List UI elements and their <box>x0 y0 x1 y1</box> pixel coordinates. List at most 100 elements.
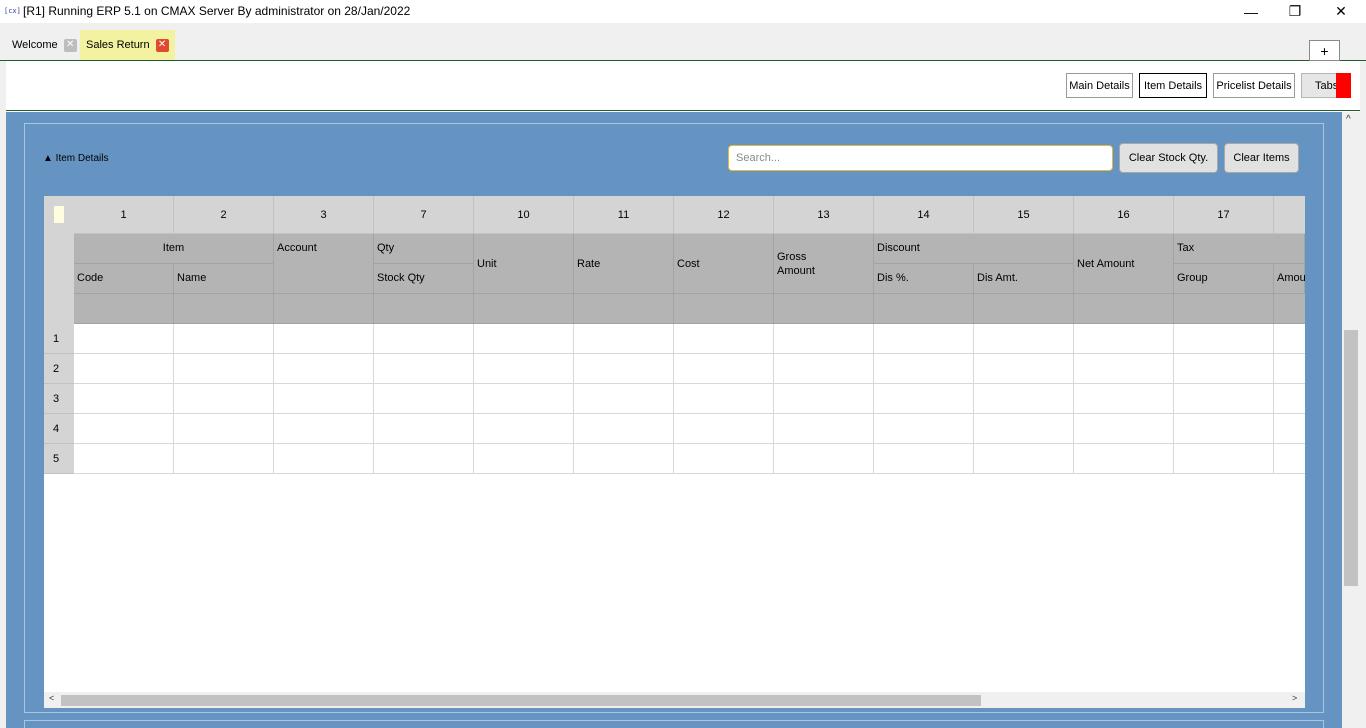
close-window-button[interactable]: ✕ <box>1318 0 1364 23</box>
grid-corner[interactable] <box>44 196 74 234</box>
table-cell[interactable] <box>374 324 474 354</box>
table-cell[interactable] <box>574 414 674 444</box>
main-details-button[interactable]: Main Details <box>1066 73 1133 98</box>
table-cell[interactable] <box>1074 444 1174 474</box>
table-cell[interactable] <box>574 354 674 384</box>
table-cell[interactable] <box>974 384 1074 414</box>
column-number[interactable]: 13 <box>774 196 874 234</box>
table-cell[interactable] <box>574 324 674 354</box>
add-tab-button[interactable]: + <box>1309 40 1340 61</box>
filter-cell[interactable] <box>774 294 874 324</box>
filter-cell[interactable] <box>1274 294 1305 324</box>
scroll-left-icon[interactable]: < <box>49 693 54 703</box>
row-number[interactable]: 3 <box>44 384 74 414</box>
table-cell[interactable] <box>174 324 274 354</box>
table-cell[interactable] <box>974 444 1074 474</box>
table-cell[interactable] <box>374 444 474 474</box>
filter-cell[interactable] <box>474 294 574 324</box>
table-cell[interactable] <box>1074 354 1174 384</box>
item-details-button[interactable]: Item Details <box>1139 73 1207 98</box>
filter-cell[interactable] <box>1174 294 1274 324</box>
filter-cell[interactable] <box>574 294 674 324</box>
row-number[interactable]: 5 <box>44 444 74 474</box>
table-cell[interactable] <box>1274 324 1305 354</box>
scroll-up-icon[interactable]: ^ <box>1346 114 1351 125</box>
table-cell[interactable] <box>74 354 174 384</box>
table-cell[interactable] <box>574 384 674 414</box>
column-number[interactable]: 2 <box>174 196 274 234</box>
table-cell[interactable] <box>674 444 774 474</box>
horizontal-scrollbar[interactable]: < > <box>44 692 1305 708</box>
table-cell[interactable] <box>874 414 974 444</box>
table-cell[interactable] <box>1274 414 1305 444</box>
column-number[interactable]: 10 <box>474 196 574 234</box>
table-cell[interactable] <box>1074 324 1174 354</box>
close-tab-icon[interactable]: ✕ <box>155 38 169 52</box>
table-cell[interactable] <box>374 384 474 414</box>
table-cell[interactable] <box>474 354 574 384</box>
table-cell[interactable] <box>474 444 574 474</box>
table-cell[interactable] <box>174 384 274 414</box>
item-details-toggle[interactable]: ▲ Item Details <box>43 153 108 164</box>
filter-cell[interactable] <box>74 294 174 324</box>
table-cell[interactable] <box>974 324 1074 354</box>
minimize-button[interactable]: — <box>1228 0 1274 23</box>
vertical-scrollbar[interactable]: ^ <box>1342 112 1360 728</box>
filter-cell[interactable] <box>1074 294 1174 324</box>
maximize-button[interactable]: ❐ <box>1272 0 1318 23</box>
item-grid[interactable]: 1 2 3 7 10 11 12 13 14 15 16 17 Item Account Qty Unit Ra… <box>44 196 1305 696</box>
table-cell[interactable] <box>274 384 374 414</box>
column-number[interactable]: 14 <box>874 196 974 234</box>
table-cell[interactable] <box>974 354 1074 384</box>
table-cell[interactable] <box>474 324 574 354</box>
table-cell[interactable] <box>274 324 374 354</box>
filter-cell[interactable] <box>174 294 274 324</box>
column-number[interactable]: 1 <box>74 196 174 234</box>
column-number[interactable]: 12 <box>674 196 774 234</box>
table-cell[interactable] <box>774 444 874 474</box>
table-cell[interactable] <box>1174 354 1274 384</box>
table-cell[interactable] <box>774 414 874 444</box>
row-number[interactable]: 4 <box>44 414 74 444</box>
table-cell[interactable] <box>1174 384 1274 414</box>
column-number[interactable]: 3 <box>274 196 374 234</box>
table-cell[interactable] <box>874 324 974 354</box>
table-cell[interactable] <box>74 414 174 444</box>
table-cell[interactable] <box>174 444 274 474</box>
table-cell[interactable] <box>874 384 974 414</box>
table-cell[interactable] <box>774 354 874 384</box>
column-number[interactable]: 11 <box>574 196 674 234</box>
column-number[interactable] <box>1274 196 1305 234</box>
clear-stock-qty-button[interactable]: Clear Stock Qty. <box>1119 143 1218 173</box>
column-number[interactable]: 7 <box>374 196 474 234</box>
table-cell[interactable] <box>74 384 174 414</box>
column-number[interactable]: 16 <box>1074 196 1174 234</box>
table-cell[interactable] <box>1274 384 1305 414</box>
table-cell[interactable] <box>674 324 774 354</box>
table-cell[interactable] <box>874 354 974 384</box>
table-cell[interactable] <box>1074 384 1174 414</box>
table-cell[interactable] <box>374 414 474 444</box>
filter-cell[interactable] <box>974 294 1074 324</box>
row-number[interactable]: 2 <box>44 354 74 384</box>
table-cell[interactable] <box>1074 414 1174 444</box>
scroll-right-icon[interactable]: > <box>1292 693 1297 703</box>
table-cell[interactable] <box>574 444 674 474</box>
table-cell[interactable] <box>1274 444 1305 474</box>
table-cell[interactable] <box>1174 414 1274 444</box>
pricelist-details-button[interactable]: Pricelist Details <box>1213 73 1295 98</box>
horizontal-scroll-thumb[interactable] <box>61 695 981 706</box>
table-cell[interactable] <box>674 354 774 384</box>
filter-cell[interactable] <box>374 294 474 324</box>
table-cell[interactable] <box>74 324 174 354</box>
table-cell[interactable] <box>374 354 474 384</box>
close-tab-icon[interactable]: ✕ <box>63 38 77 52</box>
filter-cell[interactable] <box>674 294 774 324</box>
column-number[interactable]: 15 <box>974 196 1074 234</box>
table-cell[interactable] <box>1174 444 1274 474</box>
filter-cell[interactable] <box>874 294 974 324</box>
search-input[interactable] <box>728 145 1113 171</box>
table-cell[interactable] <box>274 354 374 384</box>
table-cell[interactable] <box>274 444 374 474</box>
table-cell[interactable] <box>774 384 874 414</box>
